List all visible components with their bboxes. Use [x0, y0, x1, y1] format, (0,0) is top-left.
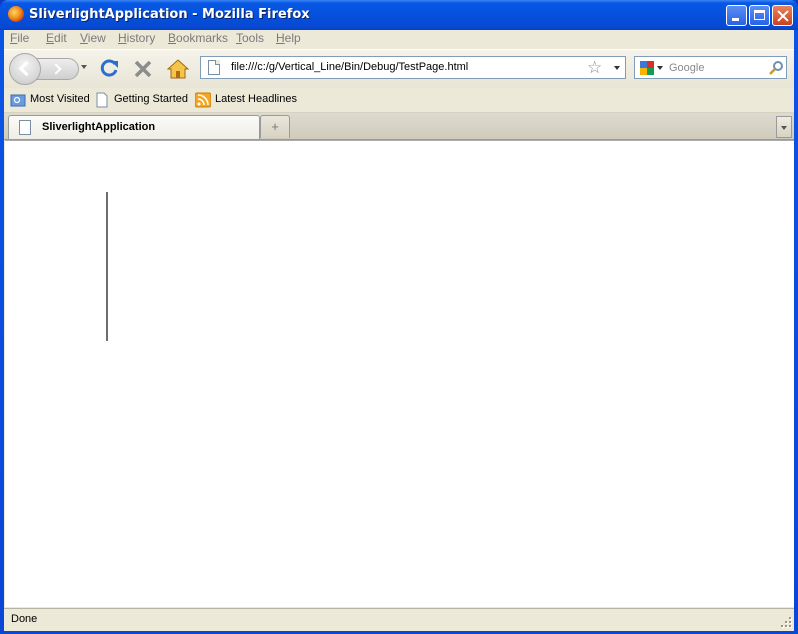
minimize-button[interactable]	[726, 5, 747, 26]
menu-file[interactable]: File	[10, 31, 29, 45]
menu-bookmarks[interactable]: Bookmarks	[168, 31, 228, 45]
smart-folder-icon	[10, 94, 26, 107]
search-magnifier-icon[interactable]	[768, 60, 784, 76]
firefox-logo-icon	[8, 6, 24, 22]
tab-label: SliverlightApplication	[42, 121, 156, 133]
url-text[interactable]: file:///c:/g/Vertical_Line/Bin/Debug/Tes…	[231, 61, 468, 73]
bookmark-star-icon[interactable]: ☆	[587, 59, 602, 76]
bookmarks-toolbar: Most Visited Getting Started Latest Head…	[4, 88, 794, 113]
menu-tools[interactable]: Tools	[236, 31, 264, 45]
reload-icon[interactable]	[98, 58, 120, 80]
browser-window: SliverlightApplication - Mozilla Firefox…	[0, 0, 798, 634]
close-button[interactable]	[772, 5, 793, 26]
list-all-tabs-button[interactable]	[776, 116, 792, 138]
menu-history[interactable]: History	[118, 31, 155, 45]
title-bar[interactable]: SliverlightApplication - Mozilla Firefox	[0, 0, 798, 30]
rss-feed-icon	[195, 92, 211, 108]
window-title: SliverlightApplication - Mozilla Firefox	[29, 7, 310, 22]
back-button[interactable]	[9, 53, 41, 85]
resize-grip-icon[interactable]	[780, 617, 792, 629]
browser-frame: File Edit View History Bookmarks Tools H…	[4, 30, 794, 631]
tab-sliverlight-application[interactable]: SliverlightApplication	[8, 115, 260, 139]
status-text: Done	[11, 613, 38, 625]
plus-icon: +	[271, 119, 279, 134]
google-engine-icon[interactable]	[639, 60, 655, 76]
menu-edit[interactable]: Edit	[46, 31, 67, 45]
home-icon[interactable]	[167, 58, 189, 80]
status-bar: Done	[4, 608, 794, 631]
page-icon	[19, 120, 31, 135]
new-tab-button[interactable]: +	[260, 115, 290, 138]
page-content	[5, 140, 794, 607]
history-dropdown-icon[interactable]	[81, 65, 87, 69]
stop-icon[interactable]	[133, 59, 153, 79]
search-bar[interactable]	[634, 56, 787, 79]
page-icon	[96, 92, 108, 108]
menu-view[interactable]: View	[80, 31, 106, 45]
search-engine-dropdown-icon[interactable]	[657, 66, 663, 70]
menu-help[interactable]: Help	[276, 31, 301, 45]
back-forward-group	[9, 53, 87, 85]
url-dropdown-icon[interactable]	[614, 66, 620, 70]
address-bar[interactable]: file:///c:/g/Vertical_Line/Bin/Debug/Tes…	[200, 56, 626, 79]
menu-bar: File Edit View History Bookmarks Tools H…	[4, 30, 794, 48]
vertical-line	[106, 192, 108, 341]
maximize-button[interactable]	[749, 5, 770, 26]
menu-file-rest: ile	[17, 31, 30, 45]
page-icon	[208, 60, 220, 75]
search-input[interactable]	[669, 59, 765, 76]
navigation-toolbar: file:///c:/g/Vertical_Line/Bin/Debug/Tes…	[4, 49, 794, 88]
tab-bar: SliverlightApplication +	[4, 113, 794, 140]
